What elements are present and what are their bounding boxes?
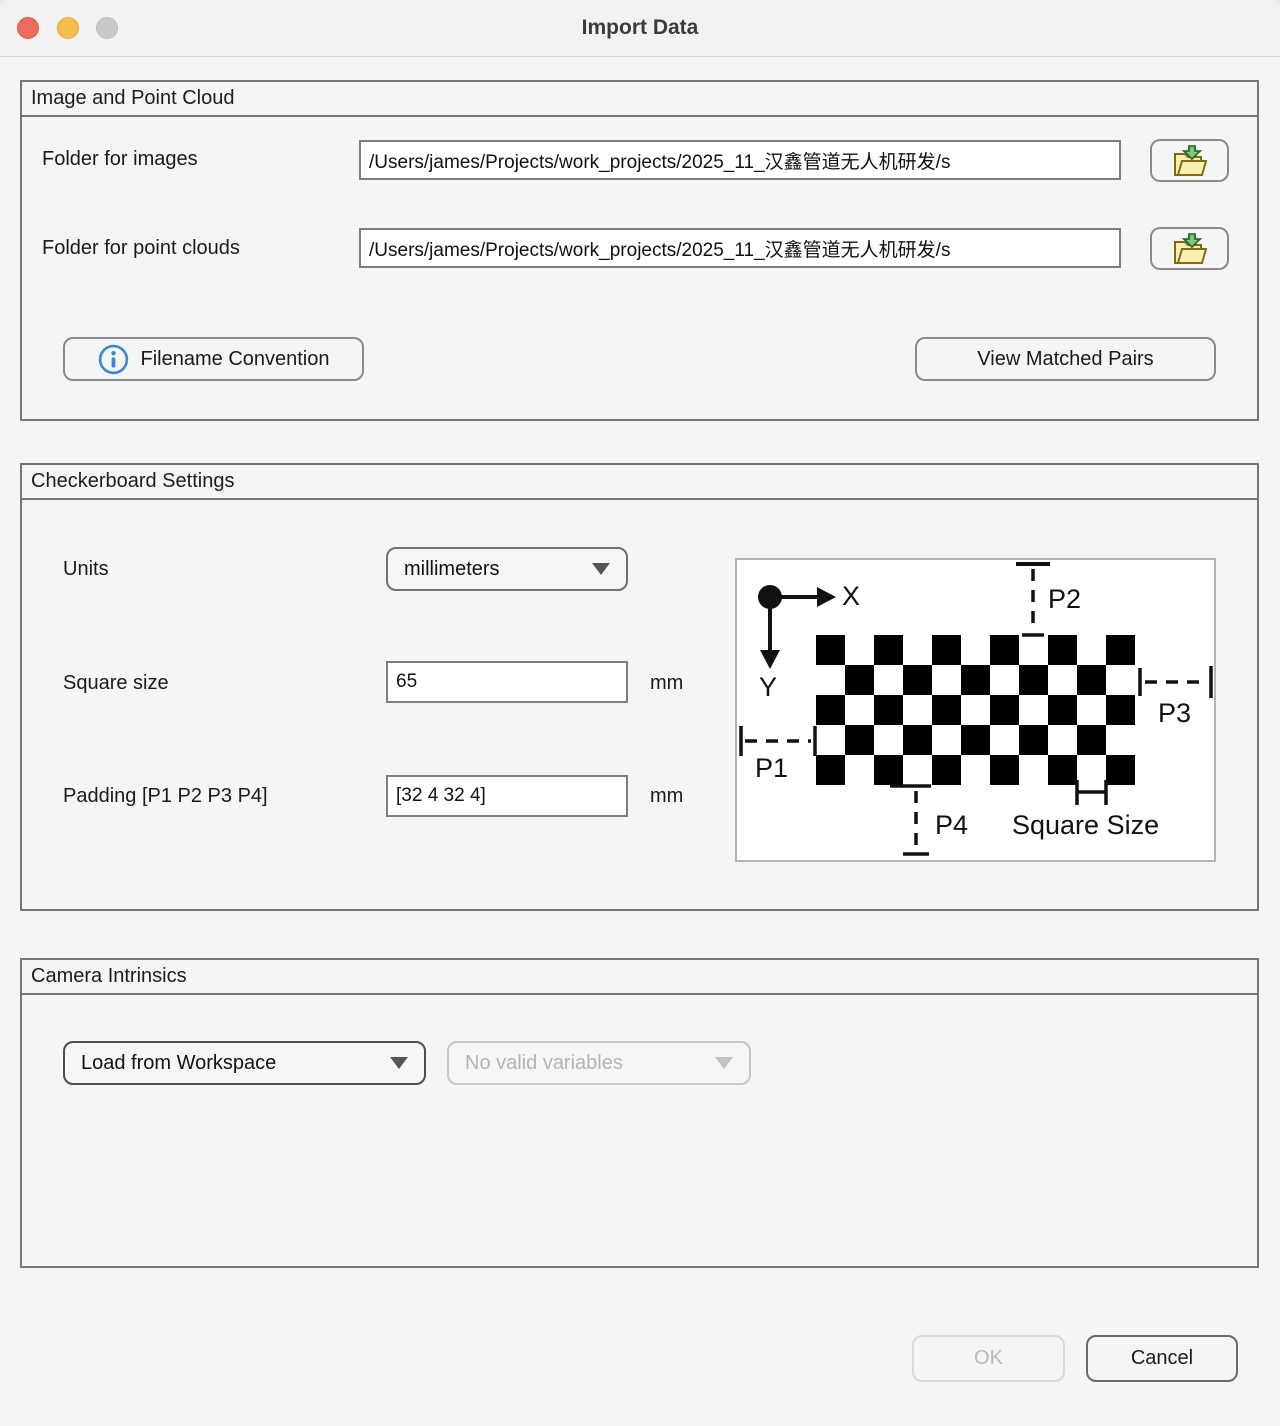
p1-label: P1 — [755, 753, 788, 784]
folder-for-point-clouds-input[interactable] — [359, 228, 1121, 268]
square-size-input[interactable] — [386, 661, 628, 703]
square-size-diagram-label: Square Size — [1012, 810, 1159, 841]
cancel-button[interactable]: Cancel — [1086, 1335, 1238, 1382]
square-size-unit-label: mm — [650, 672, 683, 695]
ok-button-label: OK — [974, 1347, 1003, 1370]
filename-convention-button[interactable]: Filename Convention — [63, 337, 364, 381]
intrinsics-variables-dropdown[interactable]: No valid variables — [447, 1041, 751, 1085]
section-title: Image and Point Cloud — [22, 82, 1257, 117]
y-axis-label: Y — [759, 672, 777, 703]
checkerboard-diagram: X Y P2 P3 P1 P4 Square Size — [735, 558, 1216, 862]
p3-label: P3 — [1158, 698, 1191, 729]
chevron-down-icon — [592, 563, 610, 575]
browse-images-button[interactable] — [1150, 139, 1229, 182]
padding-label: Padding [P1 P2 P3 P4] — [63, 785, 268, 808]
view-matched-pairs-label: View Matched Pairs — [977, 348, 1153, 371]
intrinsics-variables-value: No valid variables — [465, 1052, 623, 1075]
title-bar: Import Data — [0, 0, 1280, 57]
cancel-button-label: Cancel — [1131, 1347, 1193, 1370]
square-size-label: Square size — [63, 672, 169, 695]
intrinsics-source-dropdown[interactable]: Load from Workspace — [63, 1041, 426, 1085]
folder-for-point-clouds-label: Folder for point clouds — [42, 237, 240, 260]
window-title: Import Data — [0, 0, 1280, 56]
filename-convention-label: Filename Convention — [141, 348, 330, 371]
padding-input[interactable] — [386, 775, 628, 817]
open-folder-icon — [1170, 233, 1210, 265]
intrinsics-source-value: Load from Workspace — [81, 1052, 276, 1075]
ok-button[interactable]: OK — [912, 1335, 1065, 1382]
checkerboard-settings-section: Checkerboard Settings Units millimeters … — [20, 463, 1259, 911]
folder-for-images-input[interactable] — [359, 140, 1121, 180]
chevron-down-icon — [390, 1057, 408, 1069]
image-point-cloud-section: Image and Point Cloud Folder for images … — [20, 80, 1259, 421]
p2-label: P2 — [1048, 584, 1081, 615]
folder-for-images-label: Folder for images — [42, 148, 198, 171]
open-folder-icon — [1170, 145, 1210, 177]
browse-point-clouds-button[interactable] — [1150, 227, 1229, 270]
view-matched-pairs-button[interactable]: View Matched Pairs — [915, 337, 1216, 381]
padding-unit-label: mm — [650, 785, 683, 808]
section-title: Camera Intrinsics — [22, 960, 1257, 995]
import-data-dialog: Import Data Image and Point Cloud Folder… — [0, 0, 1280, 1426]
camera-intrinsics-section: Camera Intrinsics Load from Workspace No… — [20, 958, 1259, 1268]
p4-label: P4 — [935, 810, 968, 841]
units-dropdown[interactable]: millimeters — [386, 547, 628, 591]
chevron-down-icon — [715, 1057, 733, 1069]
units-label: Units — [63, 558, 109, 581]
section-title: Checkerboard Settings — [22, 465, 1257, 500]
info-icon — [98, 344, 129, 375]
x-axis-label: X — [842, 581, 860, 612]
units-dropdown-value: millimeters — [404, 558, 500, 581]
